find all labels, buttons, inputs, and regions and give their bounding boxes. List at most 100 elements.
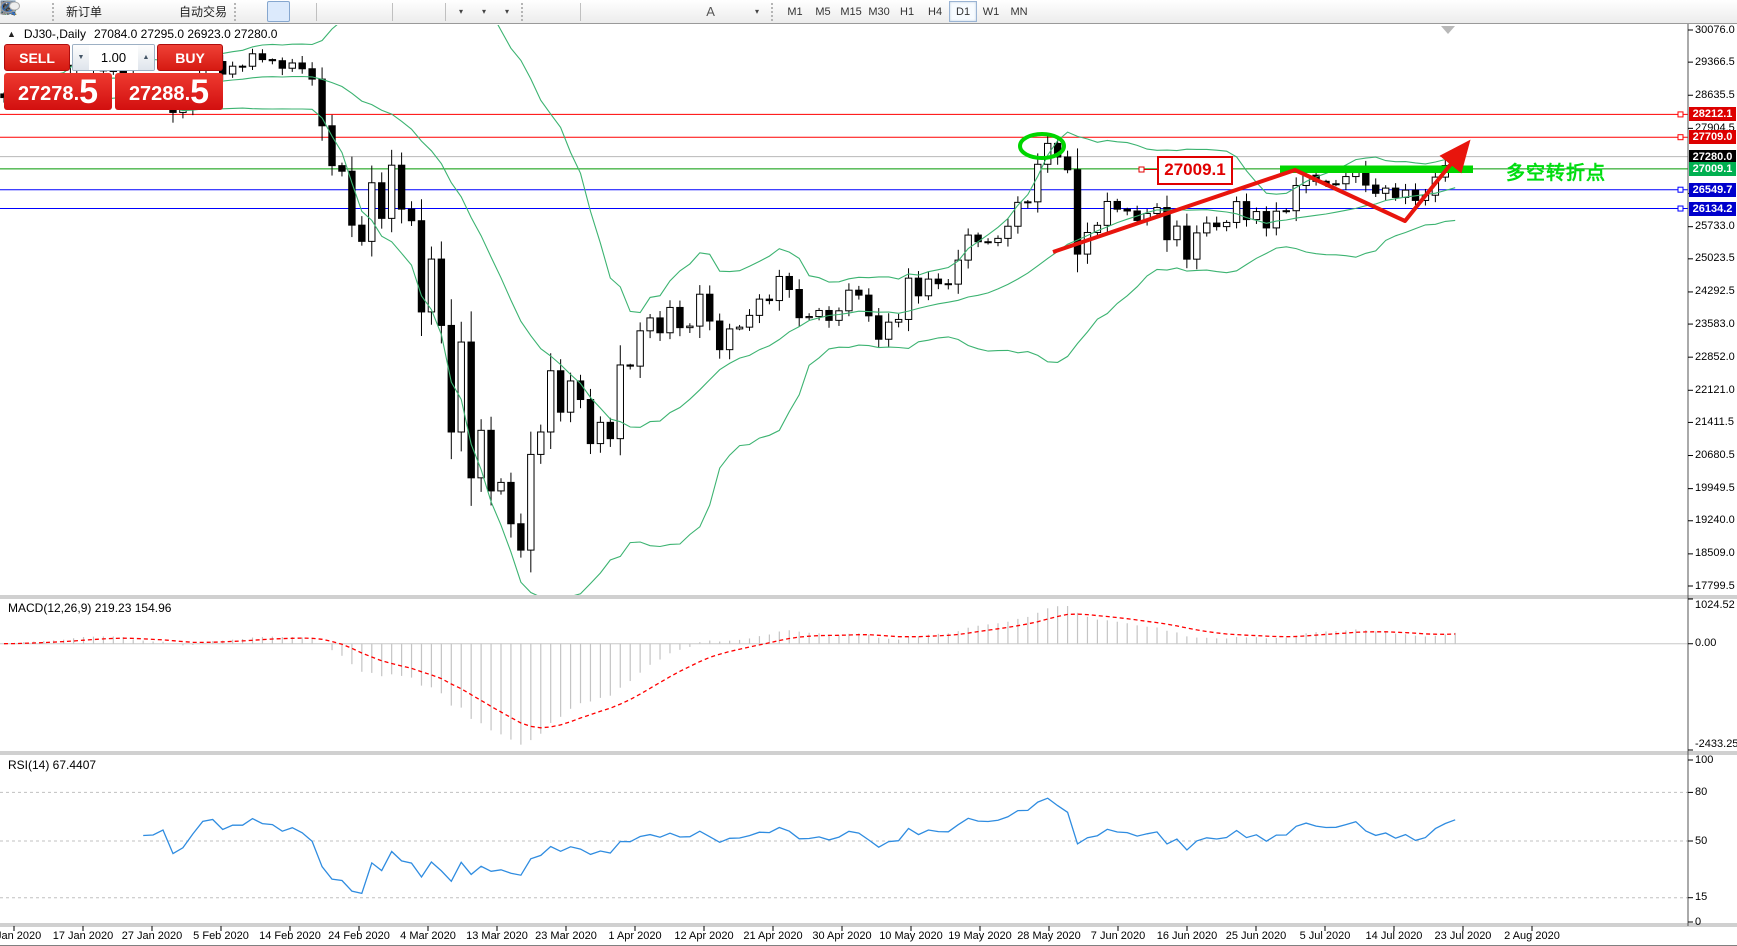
rsi-axis-tick: 0: [1695, 915, 1702, 928]
price-level-callout[interactable]: 27009.1: [1157, 156, 1233, 185]
toolbar-separator: [316, 2, 318, 21]
chart-shift-button[interactable]: [1, 1, 442, 22]
timeframe-h1[interactable]: H1: [893, 1, 921, 22]
one-click-trading-panel: SELL ▼ ▲ BUY 27278.5 27288.5: [4, 44, 223, 110]
candle: [676, 306, 684, 329]
candle: [338, 165, 346, 172]
price-tick: 29366.5: [1695, 55, 1735, 68]
date-label: 23 Jul 2020: [1434, 930, 1492, 942]
candle: [815, 309, 823, 318]
text-label-button[interactable]: T: [0, 1, 745, 22]
line-handle[interactable]: [1677, 186, 1684, 193]
candle: [775, 275, 784, 302]
candle: [1123, 208, 1131, 212]
buy-price-display[interactable]: 27288. 5: [115, 73, 223, 110]
timeframe-m15[interactable]: M15: [837, 1, 865, 22]
text-button[interactable]: A: [699, 1, 722, 22]
candle: [556, 370, 565, 413]
candle: [795, 289, 803, 319]
sell-price-big: 5: [79, 73, 99, 111]
community-button[interactable]: [1, 0, 152, 22]
rsi-label: RSI(14) 67.4407: [8, 758, 97, 772]
vertical-line-button[interactable]: [4, 1, 607, 22]
chat-icon[interactable]: [0, 0, 20, 15]
volume-up-button[interactable]: ▲: [138, 45, 154, 70]
timeframe-m1[interactable]: M1: [781, 1, 809, 22]
price-badge: 27009.1: [1689, 161, 1736, 176]
main-toolbar: 新订单 自动交易 ▾ ▾ ▾ A T ▾ M1 M5 M15 M30 H1 H4…: [0, 0, 1737, 24]
cursor-button[interactable]: [3, 1, 554, 22]
macd-label: MACD(12,26,9) 219.23 154.96: [8, 601, 172, 615]
date-label: 13 Mar 2020: [466, 930, 528, 942]
signals-button[interactable]: [0, 0, 175, 22]
candle: [527, 453, 535, 551]
candle: [954, 259, 962, 285]
scroll-to-end-marker[interactable]: [1441, 26, 1455, 34]
bar-chart-button[interactable]: [1, 1, 267, 22]
timeframe-d1[interactable]: D1: [949, 1, 978, 22]
candle: [984, 241, 992, 244]
candle: [944, 283, 952, 286]
volume-input[interactable]: [89, 45, 138, 70]
line-handle[interactable]: [1677, 134, 1684, 141]
timeframe-h4[interactable]: H4: [921, 1, 949, 22]
date-label: 14 Feb 2020: [259, 930, 321, 942]
candle: [1222, 221, 1231, 228]
tile-windows-button[interactable]: [1, 1, 389, 22]
date-label: 12 Apr 2020: [674, 930, 734, 942]
line-handle[interactable]: [1677, 205, 1684, 212]
timeframe-w1[interactable]: W1: [977, 1, 1005, 22]
date-label: 28 May 2020: [1017, 930, 1081, 942]
indicators-button[interactable]: ▾: [1, 0, 472, 22]
templates-button[interactable]: ▾: [0, 0, 518, 22]
rsi-axis-tick: 15: [1695, 891, 1708, 904]
line-chart-button[interactable]: [1, 1, 313, 22]
timeframe-m5[interactable]: M5: [809, 1, 837, 22]
price-tick: 23583.0: [1695, 317, 1735, 330]
market-button[interactable]: [0, 1, 129, 22]
timeframe-m30[interactable]: M30: [865, 1, 893, 22]
date-label: 17 Jan 2020: [52, 930, 114, 942]
turning-point-label[interactable]: 多空转折点: [1506, 158, 1606, 185]
candle: [228, 65, 237, 75]
date-label: 5 Feb 2020: [193, 930, 249, 942]
date-label: 24 Feb 2020: [328, 930, 390, 942]
arrows-button[interactable]: ▾: [1, 1, 768, 22]
toolbar-grip: [521, 2, 528, 21]
dropdown-caret: ▾: [505, 7, 510, 16]
periods-button[interactable]: ▾: [1, 1, 495, 22]
candle: [894, 318, 903, 323]
candle: [1252, 211, 1261, 221]
fibonacci-button[interactable]: F: [1, 1, 699, 22]
macd-axis-tick: 0.00: [1695, 637, 1717, 650]
sell-price-display[interactable]: 27278. 5: [4, 73, 112, 110]
new-order-button[interactable]: 新订单: [1, 0, 106, 22]
sell-button[interactable]: SELL: [4, 44, 70, 71]
toolbar-separator: [580, 2, 582, 21]
candle: [1034, 163, 1042, 203]
auto-scroll-button[interactable]: [1, 1, 419, 22]
price-tick: 22852.0: [1695, 350, 1735, 363]
candlestick-chart-button[interactable]: [1, 1, 291, 22]
date-label: 16 Jun 2020: [1156, 930, 1218, 942]
zoom-in-button[interactable]: [1, 1, 343, 22]
equidistant-channel-button[interactable]: E: [0, 1, 676, 22]
crosshair-button[interactable]: [1, 1, 577, 22]
buy-button[interactable]: BUY: [157, 44, 223, 71]
volume-down-button[interactable]: ▼: [73, 45, 89, 70]
candle: [924, 278, 933, 297]
trendline-button[interactable]: [1, 1, 653, 22]
candle: [616, 364, 624, 440]
panel-collapse-arrow[interactable]: ▲: [7, 29, 16, 39]
candle: [487, 429, 495, 492]
zoom-out-button[interactable]: [1, 1, 366, 22]
autotrading-button[interactable]: 自动交易: [1, 0, 231, 22]
candle: [646, 317, 654, 332]
line-handle[interactable]: [1677, 111, 1684, 118]
timeframe-mn[interactable]: MN: [1005, 1, 1033, 22]
horizontal-line-button[interactable]: [1, 1, 630, 22]
candle: [884, 321, 893, 340]
price-tick: 30076.0: [1695, 23, 1735, 36]
profiles-button[interactable]: [0, 0, 49, 22]
date-label: 5 Jul 2020: [1299, 930, 1351, 942]
